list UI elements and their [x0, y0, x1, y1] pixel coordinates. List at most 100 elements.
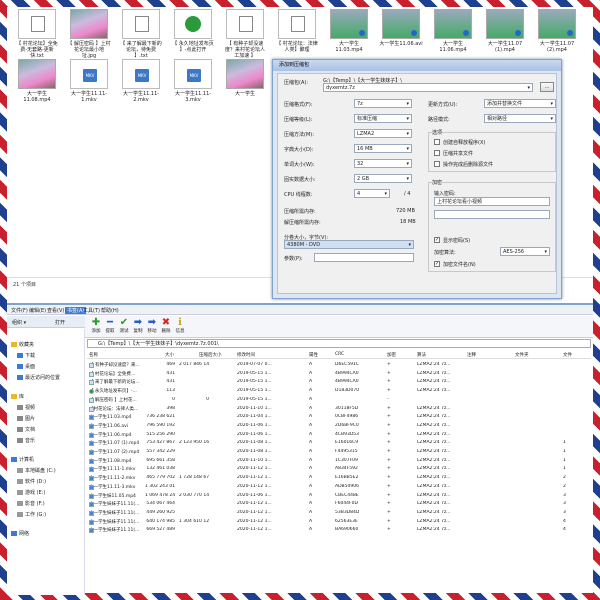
table-row[interactable]: 大一学生11.08.mp4 695 661 358 2020-11-10 1... A…: [87, 457, 591, 466]
menu-item[interactable]: 帮助(H): [101, 307, 119, 314]
table-row[interactable]: 大一学生妹妹子11.11(... 669 527 489 2020-11-12 1.…: [87, 526, 591, 535]
nav-item[interactable]: 图片: [17, 415, 35, 422]
nav-item[interactable]: 最近访问的位置: [17, 374, 60, 381]
table-row[interactable]: 大一学生妹妹子11.11(... 449 260 925 2020-11-12 1.…: [87, 509, 591, 518]
menu-item[interactable]: 编辑(E): [29, 307, 46, 314]
shared-checkbox[interactable]: [434, 150, 440, 156]
file-tile[interactable]: 大一学生11.07 (1).mp4: [483, 9, 527, 53]
file-tile[interactable]: 【 村花论坛】全免费-无套路-更新快.txt: [15, 9, 59, 59]
update-select[interactable]: 添加并替换文件: [484, 99, 556, 108]
table-row[interactable]: 【 永久地址发布页】-... 113 2019-05-15 1... A D183D07…: [87, 387, 591, 396]
organize-button[interactable]: 组织 ▾: [12, 319, 26, 326]
file-tile[interactable]: 大一学生11.06.mp4: [431, 9, 475, 53]
table-row[interactable]: 大一学生11.07 (1).mp4 753 427 867 2 123 950 16…: [87, 439, 591, 448]
solid-select[interactable]: 2 GB: [354, 174, 412, 183]
toolbar-button[interactable]: ➡ 复制: [131, 318, 145, 335]
nav-item[interactable]: 桌面: [17, 363, 35, 370]
sfx-checkbox[interactable]: [434, 139, 440, 145]
nav-item[interactable]: 本地磁盘 (C:): [17, 467, 56, 474]
address-bar[interactable]: G:\【Temp】\【大一学生妹妹子】\dyxemtz.7z.001\: [87, 339, 591, 348]
nav-item[interactable]: 下载: [17, 352, 35, 359]
column-header[interactable]: 注释: [467, 352, 476, 358]
file-tile[interactable]: MKV 大一学生11.11-3.mkv: [171, 59, 215, 103]
column-header[interactable]: 加密: [387, 352, 396, 358]
archive-name-combo[interactable]: dyxemtz.7z: [323, 83, 533, 92]
params-input[interactable]: [314, 253, 414, 262]
nav-item[interactable]: 收藏夹: [11, 341, 34, 348]
format-select[interactable]: 7z: [354, 99, 412, 108]
table-row[interactable]: 【 有种子却没速度？来... 469 2 017 846 144 2019-07-07…: [87, 361, 591, 370]
column-header[interactable]: 压缩后大小: [199, 352, 222, 358]
method-select[interactable]: LZMA2: [354, 129, 412, 138]
column-header[interactable]: CRC: [335, 352, 344, 357]
level-select[interactable]: 标准压缩: [354, 114, 412, 123]
file-tile[interactable]: MKV 大一学生11.11-2.mkv: [119, 59, 163, 103]
file-tile[interactable]: 【 有种子却没速度？来村花论坛人工加速 】: [223, 9, 267, 59]
table-row[interactable]: 【 来了解最下新的论坛... 431 2019-05-15 1... A 4B994CA…: [87, 378, 591, 387]
file-tile[interactable]: 【 村花论坛：法律人类】聚理: [275, 9, 319, 53]
threads-select[interactable]: 4: [354, 189, 390, 198]
encryption-method-select[interactable]: AES-256: [500, 247, 550, 256]
file-tile[interactable]: 【 来了解最下新的论坛，待免费 】.txt: [119, 9, 163, 59]
file-tile[interactable]: 大一学生11.08.mp4: [15, 59, 59, 103]
toolbar-button[interactable]: ━ 提取: [103, 318, 117, 335]
nav-item[interactable]: 网络: [11, 530, 29, 537]
table-row[interactable]: 大一学生11.06.avi 796 590 192 2020-11-06 1... A…: [87, 422, 591, 431]
column-header[interactable]: 名称: [89, 352, 98, 358]
file-tile[interactable]: 大一学生11.03.mp4: [327, 9, 371, 53]
nav-item[interactable]: 工作 (G:): [17, 511, 46, 518]
file-tile[interactable]: 【 永久地址发布页 】-点此打开: [171, 9, 215, 53]
nav-item[interactable]: 视频: [17, 404, 35, 411]
file-tile[interactable]: 大一学生: [223, 59, 267, 97]
word-select[interactable]: 32: [354, 159, 412, 168]
column-header[interactable]: 文件夹: [515, 352, 529, 358]
column-header[interactable]: 大小: [165, 352, 174, 358]
nav-item[interactable]: 游戏 (E:): [17, 489, 45, 496]
toolbar-button[interactable]: ✔ 测试: [117, 318, 131, 335]
menu-item[interactable]: 查看(V): [47, 307, 64, 314]
show-password-checkbox[interactable]: ✓: [434, 237, 440, 243]
table-row[interactable]: 【 村花论坛】全免费... 431 2019-05-15 1... A 4B994CA0…: [87, 370, 591, 379]
table-row[interactable]: 大一学生妹妹子11.11(... 534 067 464 2020-11-12 1.…: [87, 500, 591, 509]
password-input[interactable]: 上村花论坛看小视频: [434, 197, 550, 206]
encrypt-names-checkbox[interactable]: ✓: [434, 261, 440, 267]
nav-item[interactable]: 计算机: [11, 456, 34, 463]
delete-after-checkbox[interactable]: [434, 161, 440, 167]
menu-item[interactable]: 工具(T): [83, 307, 100, 314]
table-row[interactable]: 大一学生11.11-1.mkv 132 461 038 2020-11-12 1..…: [87, 465, 591, 474]
toolbar-button[interactable]: ✚ 添加: [89, 318, 103, 335]
table-row[interactable]: 大一学生11.07 (2).mp4 557 342 229 2020-11-08 1…: [87, 448, 591, 457]
toolbar-button[interactable]: ℹ 信息: [173, 318, 187, 335]
table-row[interactable]: 【 解压密码 】上村花... 0 0 2019-05-15 1... A -: [87, 396, 591, 405]
column-header[interactable]: 修改时间: [237, 352, 255, 358]
open-button[interactable]: 打开: [55, 319, 65, 326]
menu-item[interactable]: 文件(F): [11, 307, 28, 314]
table-row[interactable]: 大一学生11.03.mp4 736 238 621 2020-11-04 1... A…: [87, 413, 591, 422]
table-row[interactable]: 【村花论坛：法律人类... 398 2020-11-10 1... A 30118F5D…: [87, 405, 591, 414]
column-header[interactable]: 属性: [309, 352, 318, 358]
table-row[interactable]: 大一学生妹妹子11.11(... 640 174 985 1 304 610 128…: [87, 518, 591, 527]
table-row[interactable]: 大一学生11.06.mp4 515 256 290 2020-11-06 1... A…: [87, 431, 591, 440]
path-mode-select[interactable]: 相对路径: [484, 114, 556, 123]
nav-item[interactable]: 影音 (F:): [17, 500, 45, 507]
password-confirm-input[interactable]: [434, 210, 550, 219]
file-tile[interactable]: MKV 大一学生11.11-1.mkv: [67, 59, 111, 103]
browse-button[interactable]: ...: [540, 82, 554, 92]
file-tile[interactable]: 大一学生11.06.avi: [379, 9, 423, 47]
column-header[interactable]: 算法: [417, 352, 426, 358]
nav-item[interactable]: 文档: [17, 426, 35, 433]
toolbar-button[interactable]: ➡ 移动: [145, 318, 159, 335]
table-row[interactable]: 大一学生11.11-2.mkv 465 779 702 1 728 148 672 2…: [87, 474, 591, 483]
file-tile[interactable]: 大一学生11.07 (2).mp4: [535, 9, 579, 53]
nav-item[interactable]: 库: [11, 393, 24, 400]
split-size-combo[interactable]: 4380M - DVD: [284, 240, 414, 249]
nav-item[interactable]: 软件 (D:): [17, 478, 46, 485]
file-type-icon: [89, 502, 94, 508]
toolbar-button[interactable]: ✖ 删除: [159, 318, 173, 335]
column-header[interactable]: 文件: [563, 352, 572, 358]
nav-item[interactable]: 音乐: [17, 437, 35, 444]
dict-select[interactable]: 16 MB: [354, 144, 412, 153]
table-row[interactable]: 大一学生11.11-3.mkv 1 302 243 013 2020-11-12 1…: [87, 483, 591, 492]
table-row[interactable]: 大一学生妹11.05.mp4 1 069 478 241 2 030 770 144…: [87, 492, 591, 501]
file-tile[interactable]: 【 解压密码 】上村花论坛最小地址.jpg: [67, 9, 111, 59]
